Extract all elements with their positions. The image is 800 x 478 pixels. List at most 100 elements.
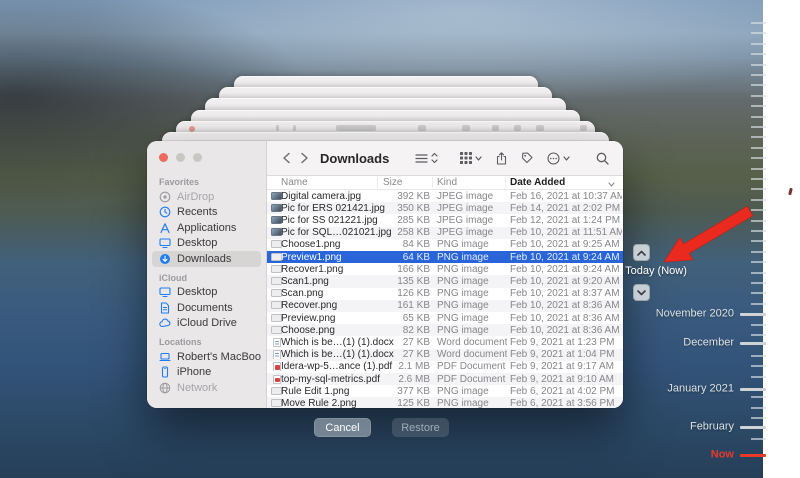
- timeline-now-tick[interactable]: [740, 454, 766, 457]
- sidebar-item-applications[interactable]: Applications: [152, 220, 261, 236]
- sidebar-item-desktop[interactable]: Desktop: [152, 285, 261, 301]
- timeline-tick[interactable]: [751, 126, 766, 128]
- cancel-button[interactable]: Cancel: [314, 418, 371, 437]
- timeline-tick[interactable]: [751, 43, 766, 45]
- column-header-name[interactable]: Name: [281, 177, 308, 188]
- view-selector[interactable]: [415, 147, 438, 169]
- sidebar-item-desktop[interactable]: Desktop: [152, 236, 261, 252]
- timeline-tick[interactable]: [751, 355, 766, 357]
- traffic-lights[interactable]: [159, 153, 202, 162]
- timeline-tick[interactable]: [751, 365, 766, 367]
- more-button[interactable]: [547, 147, 570, 169]
- table-row[interactable]: Scan1.png135 KBPNG imageFeb 10, 2021 at …: [267, 275, 623, 287]
- timeline-label[interactable]: December: [683, 336, 734, 348]
- table-row[interactable]: Choose.png82 KBPNG imageFeb 10, 2021 at …: [267, 324, 623, 336]
- sidebar-item-downloads[interactable]: Downloads: [152, 251, 261, 267]
- table-row[interactable]: Digital camera.jpg392 KBJPEG imageFeb 16…: [267, 190, 623, 202]
- timeline-label[interactable]: November 2020: [656, 307, 734, 319]
- timeline-major-tick[interactable]: [740, 388, 766, 391]
- back-icon[interactable]: [277, 148, 295, 168]
- table-row[interactable]: Pic for ERS 021421.jpg350 KBJPEG imageFe…: [267, 202, 623, 214]
- timeline-tick[interactable]: [751, 303, 766, 305]
- group-button[interactable]: [460, 147, 482, 169]
- forward-icon[interactable]: [295, 148, 313, 168]
- sort-chevron-icon[interactable]: [608, 178, 615, 187]
- sidebar-item-icloud-drive[interactable]: iCloud Drive: [152, 316, 261, 332]
- timeline-tick[interactable]: [751, 261, 766, 263]
- timeline-tick[interactable]: [751, 220, 766, 222]
- timeline-tick[interactable]: [751, 292, 766, 294]
- timeline-tick[interactable]: [751, 230, 766, 232]
- table-row[interactable]: Pic for SQL…021021.jpg258 KBJPEG imageFe…: [267, 227, 623, 239]
- timeline-tick[interactable]: [751, 105, 766, 107]
- table-row[interactable]: Which is be…(1) (1).docx27 KBWord docume…: [267, 349, 623, 361]
- table-row[interactable]: Rule Edit 1.png377 KBPNG imageFeb 6, 202…: [267, 385, 623, 397]
- timeline-tick[interactable]: [751, 136, 766, 138]
- timeline-tick[interactable]: [751, 417, 766, 419]
- timeline-label[interactable]: January 2021: [667, 382, 734, 394]
- table-row[interactable]: Pic for SS 021221.jpg285 KBJPEG imageFeb…: [267, 214, 623, 226]
- timeline-tick[interactable]: [751, 324, 766, 326]
- timeline-major-tick[interactable]: [740, 342, 766, 345]
- sidebar-item-network[interactable]: Network: [152, 380, 261, 396]
- timeline-tick[interactable]: [751, 438, 766, 440]
- table-row[interactable]: Recover.png161 KBPNG imageFeb 10, 2021 a…: [267, 300, 623, 312]
- timeline-tick[interactable]: [751, 396, 766, 398]
- table-row[interactable]: Preview.png65 KBPNG imageFeb 10, 2021 at…: [267, 312, 623, 324]
- timeline-label[interactable]: February: [690, 420, 734, 432]
- minimize-button[interactable]: [176, 153, 185, 162]
- column-separator[interactable]: [432, 177, 433, 188]
- timeline-tick[interactable]: [751, 251, 766, 253]
- timeline-major-tick[interactable]: [740, 426, 766, 429]
- timeline-tick[interactable]: [751, 272, 766, 274]
- timeline-tick[interactable]: [751, 53, 766, 55]
- timeline-tick[interactable]: [751, 282, 766, 284]
- timeline-down-button[interactable]: [633, 284, 650, 301]
- timeline-tick[interactable]: [751, 188, 766, 190]
- timeline-tick[interactable]: [751, 240, 766, 242]
- timeline-tick[interactable]: [751, 84, 766, 86]
- column-separator[interactable]: [377, 177, 378, 188]
- timeline-tick[interactable]: [751, 157, 766, 159]
- column-header-date-added[interactable]: Date Added: [510, 177, 565, 188]
- timeline-tick[interactable]: [751, 168, 766, 170]
- restore-button[interactable]: Restore: [392, 418, 449, 437]
- search-button[interactable]: [596, 147, 609, 169]
- timeline-tick[interactable]: [751, 32, 766, 34]
- timeline-label[interactable]: Now: [711, 448, 734, 460]
- column-header-size[interactable]: Size: [383, 177, 402, 188]
- column-header-kind[interactable]: Kind: [437, 177, 457, 188]
- table-row[interactable]: Which is be…(1) (1).docx27 KBWord docume…: [267, 336, 623, 348]
- table-row[interactable]: Idera-wp-5…ance (1).pdf2.1 MBPDF Documen…: [267, 361, 623, 373]
- timeline-tick[interactable]: [751, 147, 766, 149]
- timeline-tick[interactable]: [751, 334, 766, 336]
- timeline-tick[interactable]: [751, 95, 766, 97]
- sidebar-item-airdrop[interactable]: AirDrop: [152, 189, 261, 205]
- timeline-tick[interactable]: [751, 209, 766, 211]
- column-separator[interactable]: [505, 177, 506, 188]
- sidebar-item-recents[interactable]: Recents: [152, 205, 261, 221]
- timeline-tick[interactable]: [751, 64, 766, 66]
- timeline-major-tick[interactable]: [740, 313, 766, 316]
- sidebar-item-documents[interactable]: Documents: [152, 300, 261, 316]
- timeline-tick[interactable]: [751, 74, 766, 76]
- timeline-tick[interactable]: [751, 376, 766, 378]
- table-row[interactable]: Recover1.png166 KBPNG imageFeb 10, 2021 …: [267, 263, 623, 275]
- table-row[interactable]: top-my-sql-metrics.pdf2.6 MBPDF Document…: [267, 373, 623, 385]
- table-row[interactable]: Move Rule 2.png125 KBPNG imageFeb 6, 202…: [267, 397, 623, 408]
- sidebar-item-robert-s-macbook-pro[interactable]: Robert's MacBook Pro: [152, 349, 261, 365]
- timeline-up-button[interactable]: [633, 244, 650, 261]
- sidebar-item-iphone[interactable]: iPhone: [152, 365, 261, 381]
- zoom-button[interactable]: [193, 153, 202, 162]
- timeline-tick[interactable]: [751, 22, 766, 24]
- tag-button[interactable]: [521, 147, 533, 169]
- timeline-tick[interactable]: [751, 407, 766, 409]
- table-row[interactable]: Choose1.png84 KBPNG imageFeb 10, 2021 at…: [267, 239, 623, 251]
- timeline-tick[interactable]: [751, 199, 766, 201]
- share-button[interactable]: [496, 147, 507, 169]
- timeline-tick[interactable]: [751, 178, 766, 180]
- table-row[interactable]: Preview1.png64 KBPNG imageFeb 10, 2021 a…: [267, 251, 623, 263]
- table-row[interactable]: Scan.png126 KBPNG imageFeb 10, 2021 at 8…: [267, 288, 623, 300]
- timeline-tick[interactable]: [751, 116, 766, 118]
- close-button[interactable]: [159, 153, 168, 162]
